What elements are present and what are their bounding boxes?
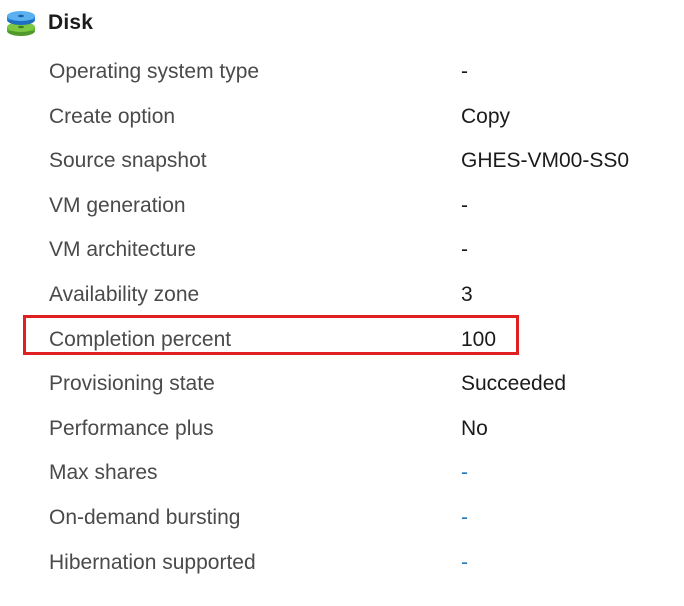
- disk-icon: [4, 8, 38, 38]
- property-row-provisioning-state: Provisioning state Succeeded: [0, 362, 684, 407]
- property-value: GHES-VM00-SS0: [461, 149, 630, 173]
- section-header: Disk: [4, 8, 93, 38]
- property-row-hibernation-supported: Hibernation supported -: [0, 541, 684, 586]
- property-label: Max shares: [49, 461, 158, 485]
- property-label: Completion percent: [49, 327, 232, 351]
- property-value: Succeeded: [461, 372, 567, 396]
- property-row-completion-percent: Completion percent 100: [0, 318, 684, 363]
- property-row-availability-zone: Availability zone 3: [0, 273, 684, 318]
- property-label: Availability zone: [49, 282, 200, 306]
- property-row-create-option: Create option Copy: [0, 95, 684, 140]
- property-value: No: [461, 416, 488, 440]
- property-row-vm-architecture: VM architecture -: [0, 228, 684, 273]
- property-label: Source snapshot: [49, 149, 207, 173]
- property-value: -: [461, 193, 468, 217]
- property-label: Performance plus: [49, 416, 214, 440]
- property-row-performance-plus: Performance plus No: [0, 407, 684, 452]
- property-label: On-demand bursting: [49, 505, 241, 529]
- property-value-link[interactable]: -: [461, 506, 468, 530]
- property-value: -: [461, 60, 468, 83]
- section-title: Disk: [48, 11, 94, 34]
- property-value: Copy: [461, 104, 511, 128]
- property-value-link[interactable]: -: [461, 551, 468, 575]
- property-value: -: [461, 238, 468, 262]
- property-row-source-snapshot: Source snapshot GHES-VM00-SS0: [0, 139, 684, 184]
- property-label: VM architecture: [49, 238, 197, 262]
- property-label: Operating system type: [49, 60, 260, 83]
- property-row-on-demand-bursting: On-demand bursting -: [0, 496, 684, 541]
- property-row-operating-system-type: Operating system type -: [0, 50, 684, 95]
- property-value: 100: [461, 327, 497, 351]
- property-label: VM generation: [49, 193, 186, 217]
- property-value: 3: [461, 282, 473, 306]
- properties-list: Operating system type - Create option Co…: [0, 50, 684, 585]
- property-row-max-shares: Max shares -: [0, 451, 684, 496]
- property-row-vm-generation: VM generation -: [0, 184, 684, 229]
- property-label: Create option: [49, 104, 176, 128]
- property-label: Provisioning state: [49, 372, 215, 396]
- property-label: Hibernation supported: [49, 550, 256, 574]
- property-value-link[interactable]: -: [461, 461, 468, 485]
